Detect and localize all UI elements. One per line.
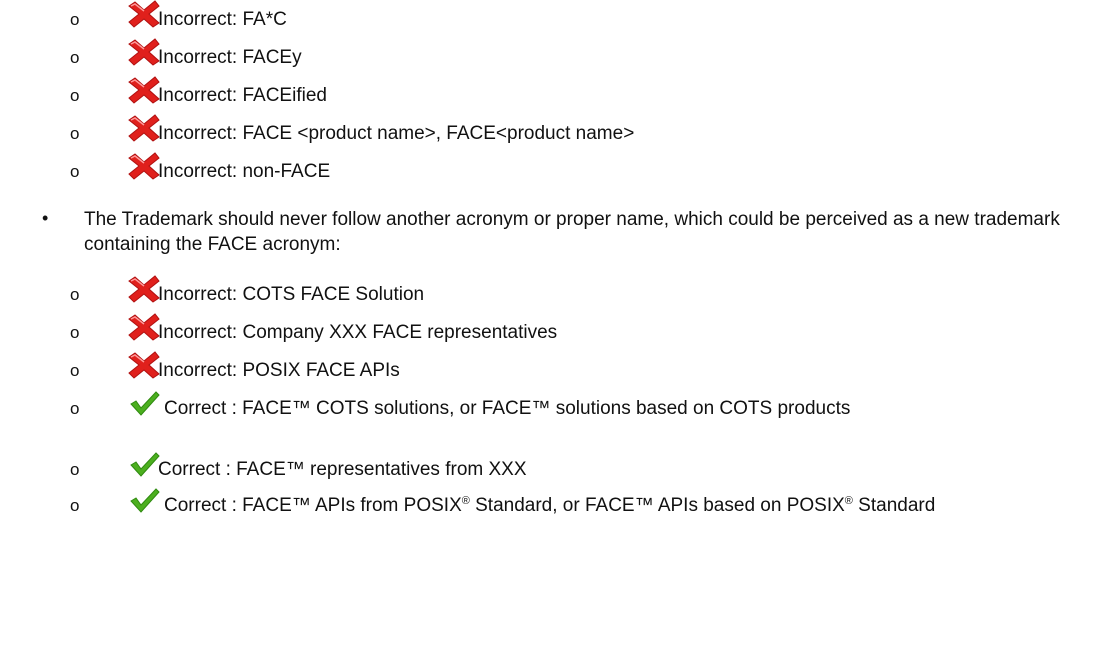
red-x-icon [126,38,164,66]
red-x-icon [126,351,164,379]
sub-bullet-marker: o [70,48,80,67]
list-item: o Incorrect: POSIX FACE APIs [70,351,400,382]
correct-text-part: Correct : FACE™ APIs from POSIX [164,495,462,516]
incorrect-text: Incorrect: FA*C [158,9,287,30]
red-x-icon [126,0,164,28]
correct-text: Correct : FACE™ COTS solutions, or FACE™… [164,398,851,419]
incorrect-text: Incorrect: POSIX FACE APIs [158,360,400,381]
green-check-icon [126,450,164,478]
sub-bullet-marker: o [70,361,80,380]
list-item: o Incorrect: FA*C [70,0,287,31]
incorrect-text: Incorrect: FACEy [158,47,302,68]
list-item: o Incorrect: FACEy [70,38,302,69]
bullet-marker: • [42,208,49,228]
green-check-icon [126,389,164,417]
list-item: o Incorrect: COTS FACE Solution [70,275,424,306]
list-item: o Correct : FACE™ representatives from X… [70,450,527,481]
list-item: o Incorrect: FACE <product name>, FACE<p… [70,114,634,145]
sub-bullet-marker: o [70,285,80,304]
correct-text-part: Standard, or FACE™ APIs based on POSIX [469,495,845,516]
sub-bullet-marker: o [70,124,80,143]
red-x-icon [126,114,164,142]
incorrect-text: Incorrect: COTS FACE Solution [158,284,425,305]
list-item: o Correct : FACE™ COTS solutions, or FAC… [70,389,968,420]
registered-mark: ® [844,495,853,507]
sub-bullet-marker: o [70,162,80,181]
registered-mark: ® [461,495,470,507]
correct-text: Correct : FACE™ representatives from XXX [158,459,527,480]
list-item: o Incorrect: Company XXX FACE representa… [70,313,557,344]
red-x-icon [126,275,164,303]
list-item: o Incorrect: non-FACE [70,152,330,183]
correct-text: Correct : FACE™ APIs from POSIX® Standar… [68,495,968,517]
incorrect-text: Incorrect: non-FACE [158,161,331,182]
incorrect-text: Incorrect: FACE <product name>, FACE<pro… [158,123,635,144]
list-item: o Correct : FACE™ APIs from POSIX® Stand… [70,486,968,517]
sub-bullet-marker: o [70,86,80,105]
list-item: o Incorrect: FACEified [70,76,327,107]
sub-bullet-marker: o [70,323,80,342]
red-x-icon [126,76,164,104]
sub-bullet-marker: o [70,10,80,29]
bullet-text: The Trademark should never follow anothe… [84,209,1060,255]
green-check-icon [126,486,164,514]
red-x-icon [126,313,164,341]
bullet-item: • The Trademark should never follow anot… [42,207,1064,257]
incorrect-text: Incorrect: FACEified [158,85,327,106]
sub-bullet-marker: o [70,460,80,479]
correct-text-part: Standard [852,495,936,516]
incorrect-text: Incorrect: Company XXX FACE representati… [158,322,558,343]
document-page: o Incorrect: FA*C o Incorrect: FACEy o I… [0,0,1108,653]
red-x-icon [126,152,164,180]
